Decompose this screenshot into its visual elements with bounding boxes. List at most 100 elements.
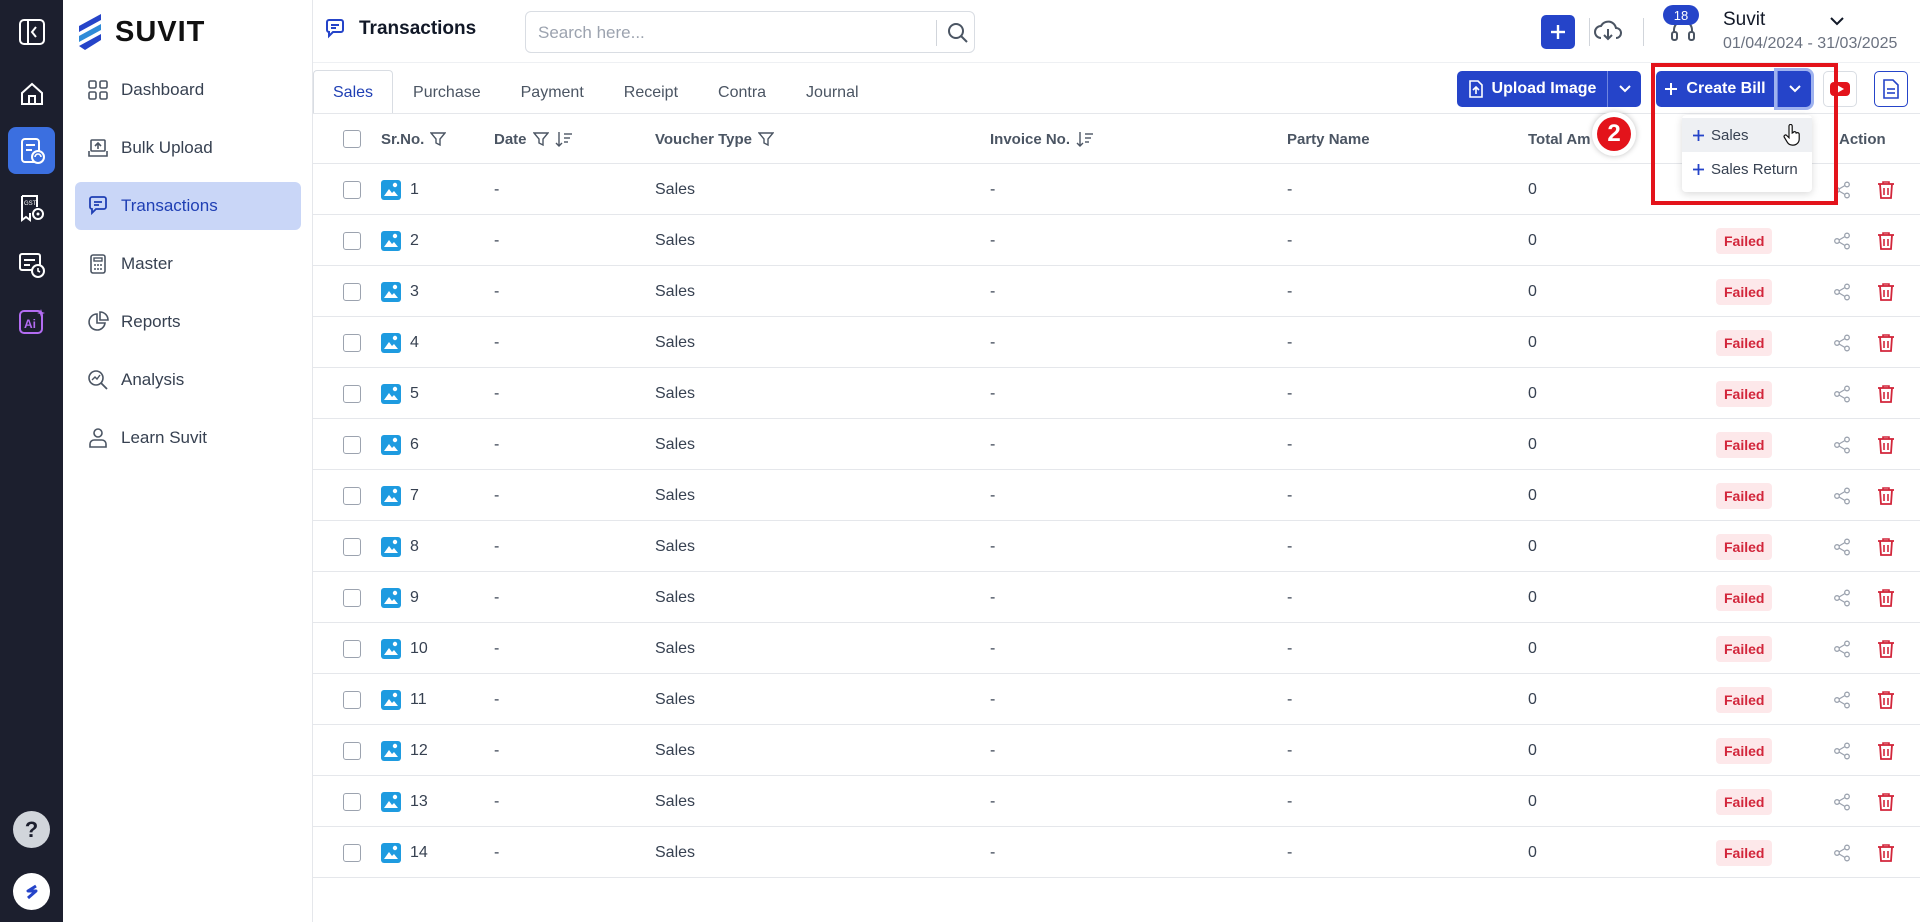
search-icon[interactable] xyxy=(946,21,970,45)
share-icon[interactable] xyxy=(1833,215,1851,266)
delete-icon[interactable] xyxy=(1877,776,1895,827)
tab-journal[interactable]: Journal xyxy=(786,70,878,114)
image-icon[interactable] xyxy=(380,332,402,354)
table-row[interactable]: 13 - Sales - - 0 Failed xyxy=(313,776,1920,827)
rail-gst-button[interactable]: GST xyxy=(8,184,55,231)
tab-purchase[interactable]: Purchase xyxy=(393,70,501,114)
delete-icon[interactable] xyxy=(1877,521,1895,572)
sidebar-item-analysis[interactable]: Analysis xyxy=(75,356,301,404)
share-icon[interactable] xyxy=(1833,419,1851,470)
column-header[interactable]: Voucher Type xyxy=(655,114,774,164)
delete-icon[interactable] xyxy=(1877,623,1895,674)
row-checkbox[interactable] xyxy=(343,537,361,556)
sidebar-item-reports[interactable]: Reports xyxy=(75,298,301,346)
sort-icon[interactable] xyxy=(555,130,573,148)
quick-add-button[interactable] xyxy=(1541,15,1575,49)
table-row[interactable]: 7 - Sales - - 0 Failed xyxy=(313,470,1920,521)
share-icon[interactable] xyxy=(1833,674,1851,725)
image-icon[interactable] xyxy=(380,638,402,660)
sidebar-item-master[interactable]: Master xyxy=(75,240,301,288)
table-row[interactable]: 11 - Sales - - 0 Failed xyxy=(313,674,1920,725)
filter-icon[interactable] xyxy=(430,131,447,147)
share-icon[interactable] xyxy=(1833,725,1851,776)
column-header[interactable]: Invoice No. xyxy=(990,114,1094,164)
delete-icon[interactable] xyxy=(1877,215,1895,266)
sort-icon[interactable] xyxy=(1076,130,1094,148)
collapse-sidebar-button[interactable] xyxy=(8,8,55,55)
image-icon[interactable] xyxy=(380,485,402,507)
table-row[interactable]: 14 - Sales - - 0 Failed xyxy=(313,827,1920,878)
column-header[interactable]: Date xyxy=(494,114,573,164)
delete-icon[interactable] xyxy=(1877,674,1895,725)
delete-icon[interactable] xyxy=(1877,827,1895,878)
image-icon[interactable] xyxy=(380,587,402,609)
table-row[interactable]: 9 - Sales - - 0 Failed xyxy=(313,572,1920,623)
rail-home-button[interactable] xyxy=(8,70,55,117)
share-icon[interactable] xyxy=(1833,623,1851,674)
document-button[interactable] xyxy=(1874,71,1908,107)
brand-logo[interactable]: SUVIT xyxy=(75,12,205,52)
row-checkbox[interactable] xyxy=(343,588,361,607)
share-icon[interactable] xyxy=(1833,827,1851,878)
column-header[interactable]: Sr.No. xyxy=(381,114,447,164)
help-icon[interactable]: ? xyxy=(13,811,50,848)
row-checkbox[interactable] xyxy=(343,435,361,454)
row-checkbox[interactable] xyxy=(343,690,361,709)
table-row[interactable]: 10 - Sales - - 0 Failed xyxy=(313,623,1920,674)
tab-payment[interactable]: Payment xyxy=(501,70,604,114)
row-checkbox[interactable] xyxy=(343,843,361,862)
suvit-logo-icon[interactable] xyxy=(13,873,50,910)
row-checkbox[interactable] xyxy=(343,282,361,301)
row-checkbox[interactable] xyxy=(343,486,361,505)
download-button[interactable] xyxy=(1593,16,1623,51)
row-checkbox[interactable] xyxy=(343,231,361,250)
share-icon[interactable] xyxy=(1833,572,1851,623)
sidebar-item-transactions[interactable]: Transactions xyxy=(75,182,301,230)
table-row[interactable]: 6 - Sales - - 0 Failed xyxy=(313,419,1920,470)
delete-icon[interactable] xyxy=(1877,317,1895,368)
delete-icon[interactable] xyxy=(1877,470,1895,521)
tab-receipt[interactable]: Receipt xyxy=(604,70,698,114)
row-checkbox[interactable] xyxy=(343,792,361,811)
image-icon[interactable] xyxy=(380,383,402,405)
image-icon[interactable] xyxy=(380,179,402,201)
delete-icon[interactable] xyxy=(1877,572,1895,623)
image-icon[interactable] xyxy=(380,434,402,456)
row-checkbox[interactable] xyxy=(343,333,361,352)
image-icon[interactable] xyxy=(380,281,402,303)
upload-image-dropdown[interactable] xyxy=(1607,71,1641,107)
company-name[interactable]: Suvit xyxy=(1723,9,1765,31)
share-icon[interactable] xyxy=(1833,521,1851,572)
share-icon[interactable] xyxy=(1833,470,1851,521)
table-row[interactable]: 12 - Sales - - 0 Failed xyxy=(313,725,1920,776)
image-icon[interactable] xyxy=(380,689,402,711)
rail-transactions-button[interactable] xyxy=(8,127,55,174)
chevron-down-icon[interactable] xyxy=(1828,12,1846,30)
rail-ai-button[interactable]: Ai xyxy=(8,298,55,345)
table-row[interactable]: 3 - Sales - - 0 Failed xyxy=(313,266,1920,317)
row-checkbox[interactable] xyxy=(343,741,361,760)
image-icon[interactable] xyxy=(380,791,402,813)
share-icon[interactable] xyxy=(1833,317,1851,368)
upload-image-button[interactable]: Upload Image xyxy=(1457,71,1607,107)
filter-icon[interactable] xyxy=(757,131,774,147)
delete-icon[interactable] xyxy=(1877,419,1895,470)
search-input[interactable] xyxy=(538,21,908,45)
select-all-checkbox[interactable] xyxy=(343,130,361,148)
sidebar-item-learn-suvit[interactable]: Learn Suvit xyxy=(75,414,301,462)
sidebar-item-dashboard[interactable]: Dashboard xyxy=(75,66,301,114)
delete-icon[interactable] xyxy=(1877,266,1895,317)
table-row[interactable]: 4 - Sales - - 0 Failed xyxy=(313,317,1920,368)
share-icon[interactable] xyxy=(1833,368,1851,419)
share-icon[interactable] xyxy=(1833,776,1851,827)
table-row[interactable]: 2 - Sales - - 0 Failed xyxy=(313,215,1920,266)
image-icon[interactable] xyxy=(380,230,402,252)
image-icon[interactable] xyxy=(380,842,402,864)
tab-contra[interactable]: Contra xyxy=(698,70,786,114)
tab-sales[interactable]: Sales xyxy=(313,70,394,114)
delete-icon[interactable] xyxy=(1877,164,1895,215)
image-icon[interactable] xyxy=(380,740,402,762)
row-checkbox[interactable] xyxy=(343,639,361,658)
table-row[interactable]: 5 - Sales - - 0 Failed xyxy=(313,368,1920,419)
delete-icon[interactable] xyxy=(1877,368,1895,419)
